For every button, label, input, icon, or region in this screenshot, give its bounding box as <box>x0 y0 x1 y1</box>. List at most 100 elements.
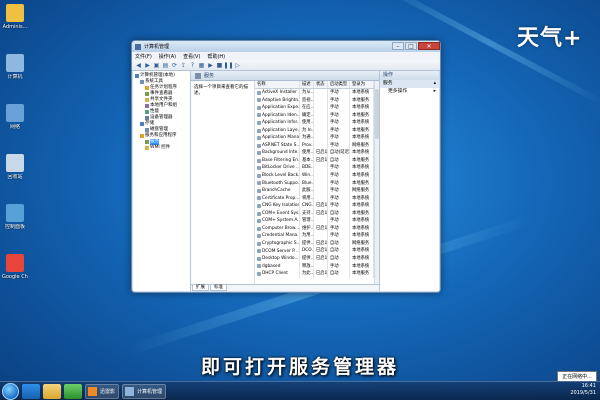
service-gear-icon <box>257 249 261 254</box>
taskbar-task-label: 迅雷影 <box>100 388 116 395</box>
table-cell: 自动 <box>328 255 350 263</box>
table-cell: Application Mana... <box>255 134 300 142</box>
user-folder-icon <box>6 4 24 22</box>
title-bar[interactable]: 计算机管理 – □ ✕ <box>132 41 440 52</box>
view-icon[interactable]: ▦ <box>198 62 205 69</box>
service-gear-icon <box>257 113 261 118</box>
service-name: DHCP Client <box>262 271 288 277</box>
table-row[interactable]: DHCP Client 为此... 已启动 自动 本地服务 <box>255 270 374 278</box>
desktop-icon[interactable]: Adminis... <box>2 4 28 46</box>
back-arrow-icon[interactable]: ◀ <box>135 62 142 69</box>
menu-item[interactable]: 操作(A) <box>159 53 176 60</box>
table-row[interactable]: Application Infor... 使用... 手动 本地系统 <box>255 119 374 127</box>
table-row[interactable]: BitLocker Drive ... BDE... 手动 本地系统 <box>255 164 374 173</box>
desktop-icon-label: Adminis... <box>2 24 28 30</box>
table-cell: 本地系统 <box>350 104 374 112</box>
refresh-icon[interactable]: ⟳ <box>171 62 178 69</box>
table-row[interactable]: Application Expe... 在应... 手动 本地系统 <box>255 104 374 112</box>
desktop-icon[interactable]: 计算机 <box>2 54 28 96</box>
view-tab[interactable]: 扩展 <box>192 285 209 291</box>
table-row[interactable]: BranchCache 此服... 手动 网络服务 <box>255 187 374 195</box>
desktop-icon[interactable]: 控制面板 <box>2 204 28 246</box>
table-row[interactable]: DCOM Server P...DCO...已启动自动本地系统 <box>255 247 374 256</box>
table-cell: 已启动 <box>316 255 328 263</box>
service-name: Bluetooth Suppo... <box>262 180 300 186</box>
maximize-button[interactable]: □ <box>405 42 417 50</box>
table-cell: Certificate Prop... <box>255 194 300 203</box>
table-row[interactable]: COM+ Event Sys... 支持... 已启动 自动 本地服务 <box>255 209 374 218</box>
services-icon <box>195 72 201 79</box>
actions-group-services[interactable]: 服务 ▴ <box>380 80 439 88</box>
stop-icon[interactable]: ■ <box>216 62 223 69</box>
folder-up-icon[interactable]: ▣ <box>153 62 160 69</box>
table-cell: 手动 <box>328 104 350 112</box>
video-subtitle: 即可打开服务管理器 <box>200 356 399 378</box>
play-icon[interactable]: ▶ <box>207 62 214 69</box>
table-cell: 已启动 <box>316 224 328 233</box>
desktop-icon[interactable]: 网络 <box>2 104 28 146</box>
table-row[interactable]: Background Inte...使用...已启动自动(延迟...本地系统 <box>255 149 374 157</box>
restart-icon[interactable]: ▷ <box>234 62 241 69</box>
table-row[interactable]: Certificate Prop... 将用... 手动 本地系统 <box>255 194 374 203</box>
table-row[interactable]: CNG Key IsolationCNG...已启动手动本地系统 <box>255 202 374 210</box>
properties-icon[interactable]: ▤ <box>162 62 169 69</box>
export-list-icon[interactable]: ⇪ <box>180 62 187 69</box>
taskbar-task[interactable]: 迅雷影 <box>85 383 120 399</box>
internet-explorer-icon[interactable] <box>22 383 40 399</box>
minimize-button[interactable]: – <box>392 42 404 50</box>
close-button[interactable]: ✕ <box>418 42 440 50</box>
start-button[interactable] <box>2 382 19 400</box>
action-item[interactable]: 更多操作 ▸ <box>380 88 439 96</box>
menu-item[interactable]: 文件(F) <box>135 53 152 60</box>
table-row[interactable]: Base Filtering En... 基本... 已启动 自动 本地服务 <box>255 156 374 165</box>
table-row[interactable]: Bluetooth Suppo...Blue... 手动本地服务 <box>255 179 374 188</box>
table-cell: Bluetooth Suppo... <box>255 179 300 188</box>
table-row[interactable]: Credential Mana... 为用... 手动 本地系统 <box>255 232 374 240</box>
forward-arrow-icon[interactable]: ▶ <box>144 62 151 69</box>
table-row[interactable]: COM+ System A... 管理... 手动 本地系统 <box>255 217 374 225</box>
column-header[interactable]: 状态 <box>314 81 328 88</box>
column-header[interactable]: 启动类型 <box>328 81 350 88</box>
tree-item[interactable]: WMI 控件 <box>134 145 189 151</box>
table-cell: 自动 <box>328 270 350 278</box>
table-cell: 本地服务 <box>350 111 374 120</box>
media-player-pinned-icon[interactable] <box>64 383 82 399</box>
table-cell: Application Expe... <box>255 104 300 112</box>
menu-item[interactable]: 帮助(H) <box>207 53 225 60</box>
table-row[interactable]: Computer Brow... 维护... 已启动 手动 本地系统 <box>255 224 374 233</box>
view-tab[interactable]: 标准 <box>210 285 227 291</box>
table-row[interactable]: Desktop Windo... 提供... 已启动 自动 本地系统 <box>255 255 374 263</box>
desktop-icon[interactable]: 回收站 <box>2 154 28 196</box>
tree-item-label: WMI 控件 <box>150 145 171 150</box>
table-row[interactable]: Block Level Back... Win... 手动 本地系统 <box>255 172 374 180</box>
service-name: BranchCache <box>262 188 291 194</box>
file-explorer-icon[interactable] <box>43 383 61 399</box>
clock-time: 16:41 <box>581 383 596 389</box>
pause-icon[interactable]: ❚❚ <box>223 62 233 69</box>
desktop-icon[interactable]: Google Chrome <box>2 254 28 296</box>
table-row[interactable]: ASP.NET State S... Prov... 手动 网络服务 <box>255 141 374 150</box>
table-row[interactable]: ActiveX Installer ... 为从... 手动 本地系统 <box>255 89 374 97</box>
help-icon[interactable]: ? <box>189 62 196 69</box>
table-cell: Cryptographic S... <box>255 239 300 248</box>
system-clock[interactable]: 16:41 2019/5/31 <box>570 383 596 397</box>
scrollbar-thumb[interactable] <box>375 89 379 139</box>
table-cell: 自动(延迟... <box>330 149 350 157</box>
vertical-scrollbar[interactable] <box>374 81 379 284</box>
taskbar-task[interactable]: 计算机管理 <box>122 383 167 399</box>
table-row[interactable]: Application Mana... 为通... 手动 本地系统 <box>255 134 374 142</box>
table-row[interactable]: Cryptographic S... 提供... 已启动 自动 网络服务 <box>255 239 374 248</box>
menu-item[interactable]: 查看(V) <box>183 53 200 60</box>
column-header[interactable]: 名称 <box>255 81 300 88</box>
table-row[interactable]: Application Iden... 确定... 手动 本地服务 <box>255 111 374 120</box>
service-name: Computer Brow... <box>262 225 300 231</box>
table-cell: 为从... <box>302 89 314 97</box>
column-header[interactable]: 描述 <box>300 81 314 88</box>
service-gear-icon <box>257 203 261 208</box>
table-row[interactable]: Application Laye...为 In... 手动本地服务 <box>255 126 374 135</box>
column-header[interactable]: 登录为 <box>350 81 374 88</box>
table-row[interactable]: dgbased 释放... 手动 本地系统 <box>255 262 374 271</box>
table-cell: 已启动 <box>316 270 328 278</box>
table-row[interactable]: Adaptive Brightn... 监视... 手动 本地服务 <box>255 96 374 105</box>
tree-node-icon <box>140 80 144 84</box>
